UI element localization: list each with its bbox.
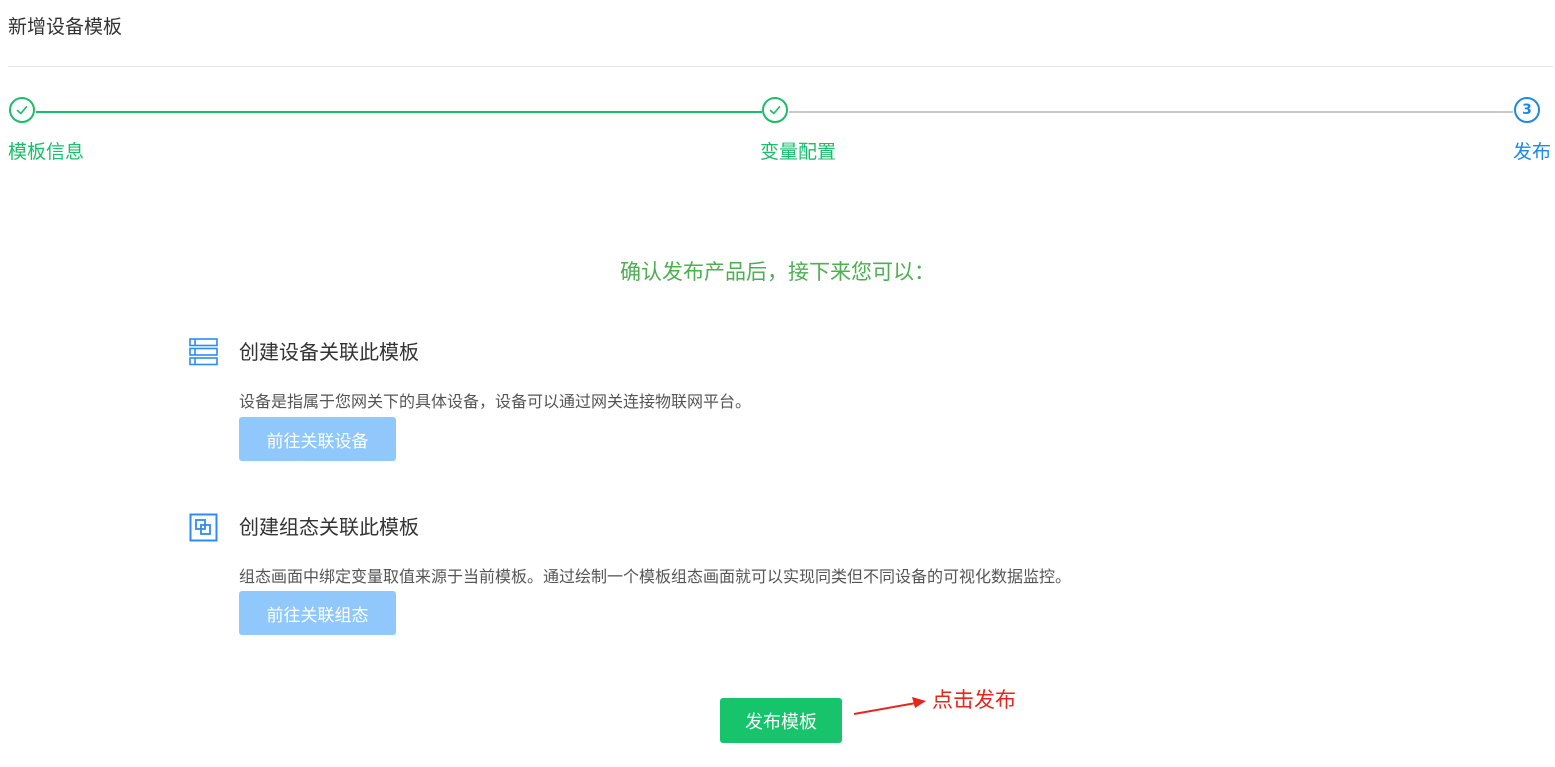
step-3-label: 发布 [1513,141,1552,163]
step-2-label: 变量配置 [760,141,837,163]
step-1-label: 模板信息 [8,141,85,163]
header-divider [8,66,1553,67]
section-description: 设备是指属于您网关下的具体设备，设备可以通过网关连接物联网平台。 [239,392,752,411]
section-title: 创建设备关联此模板 [239,340,419,364]
annotation-label: 点击发布 [932,688,1016,712]
step-3-number: 3 [1522,102,1532,118]
layers-icon [189,513,218,542]
step-connector-2 [789,111,1513,113]
step-1-circle [9,97,35,123]
link-device-button[interactable]: 前往关联设备 [239,417,396,461]
section-description: 组态画面中绑定变量取值来源于当前模板。通过绘制一个模板组态画面就可以实现同类但不… [239,567,1072,586]
step-2-circle [762,97,788,123]
confirm-headline: 确认发布产品后，接下来您可以： [620,260,935,284]
annotation-arrow-icon [853,697,926,715]
check-icon [16,106,28,115]
link-scada-button[interactable]: 前往关联组态 [239,591,396,635]
section-title: 创建组态关联此模板 [239,515,419,539]
check-icon [769,106,781,115]
publish-template-button[interactable]: 发布模板 [720,698,842,743]
step-3-circle: 3 [1514,97,1540,123]
list-icon [189,338,218,366]
step-connector-1 [36,111,762,113]
page-title: 新增设备模板 [8,16,123,38]
